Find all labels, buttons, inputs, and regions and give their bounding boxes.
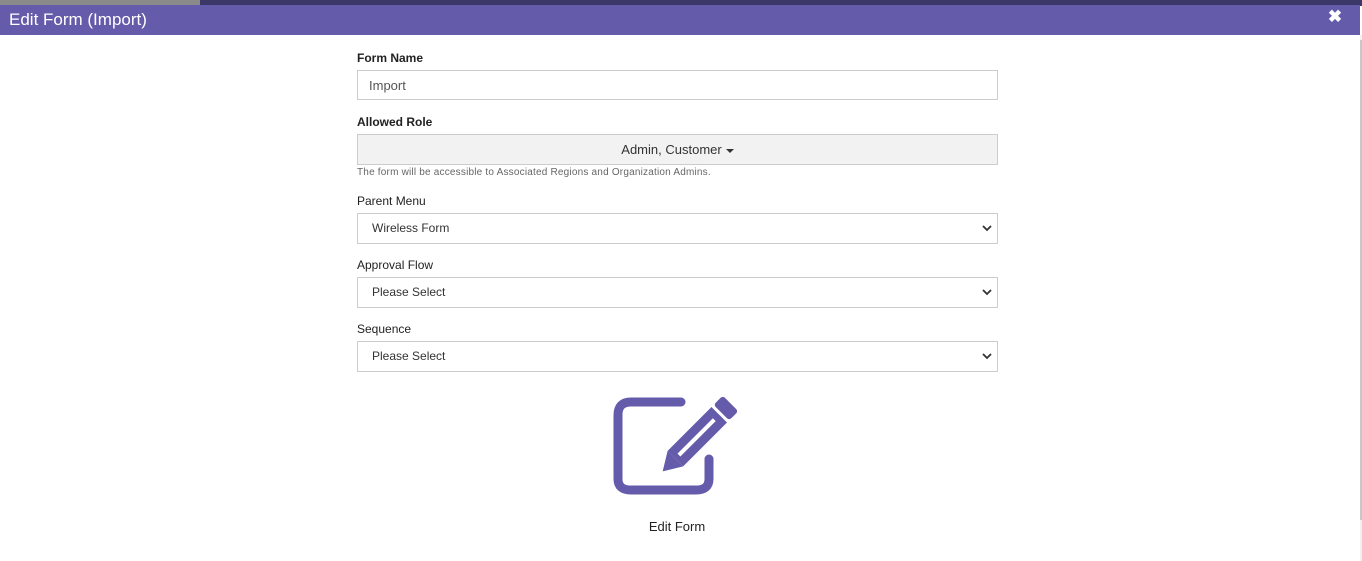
allowed-role-value: Admin, Customer xyxy=(621,142,722,157)
parent-menu-value: Wireless Form xyxy=(372,221,450,235)
approval-flow-select[interactable]: Please Select xyxy=(357,277,998,308)
parent-menu-select[interactable]: Wireless Form xyxy=(357,213,998,244)
chevron-down-icon xyxy=(982,353,992,360)
sequence-select[interactable]: Please Select xyxy=(357,341,998,372)
allowed-role-help-text: The form will be accessible to Associate… xyxy=(357,167,711,178)
modal-title: Edit Form (Import) xyxy=(9,10,147,29)
form-name-label: Form Name xyxy=(357,51,424,65)
parent-menu-label: Parent Menu xyxy=(357,194,426,208)
chevron-down-icon xyxy=(982,289,992,296)
close-icon[interactable]: ✖ xyxy=(1326,8,1344,26)
chevron-down-icon xyxy=(982,225,992,232)
approval-flow-label: Approval Flow xyxy=(357,258,434,272)
allowed-role-label: Allowed Role xyxy=(357,115,433,129)
sequence-value: Please Select xyxy=(372,349,446,363)
form-name-input[interactable] xyxy=(357,70,998,100)
sequence-label: Sequence xyxy=(357,322,412,336)
caret-down-icon xyxy=(725,148,734,153)
modal-header: Edit Form (Import) ✖ xyxy=(0,5,1360,35)
allowed-role-multiselect[interactable]: Admin, Customer xyxy=(357,134,998,165)
approval-flow-value: Please Select xyxy=(372,285,446,299)
edit-pencil-icon[interactable] xyxy=(613,394,741,495)
edit-form-label[interactable]: Edit Form xyxy=(577,519,777,534)
